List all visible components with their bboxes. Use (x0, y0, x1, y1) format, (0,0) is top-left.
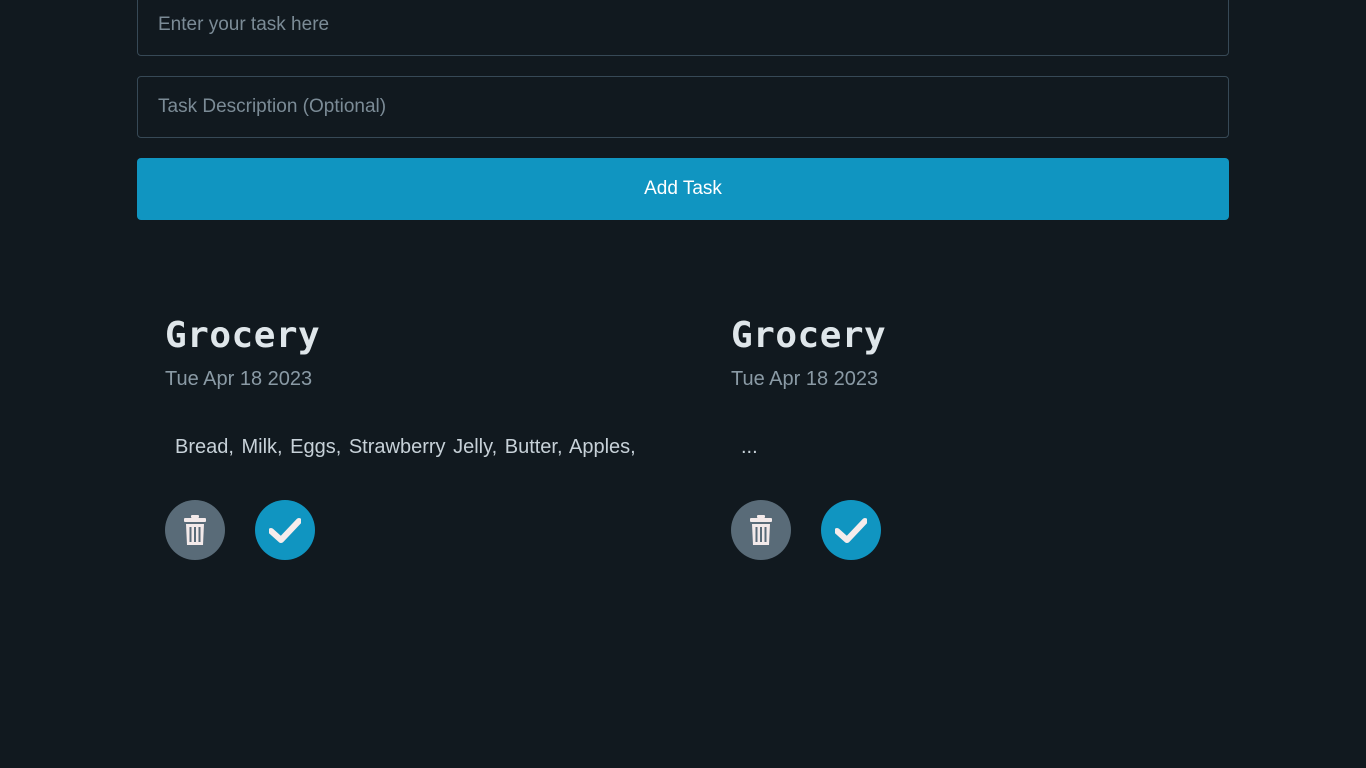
todo-app: Add Task Grocery Tue Apr 18 2023 Bread, … (0, 0, 1366, 768)
delete-task-button[interactable] (731, 500, 791, 560)
task-description-input[interactable] (137, 76, 1229, 138)
delete-task-button[interactable] (165, 500, 225, 560)
task-title-input[interactable] (137, 0, 1229, 56)
task-card: Grocery Tue Apr 18 2023 ... (731, 310, 1231, 560)
task-date: Tue Apr 18 2023 (165, 368, 313, 390)
trash-icon (184, 515, 206, 545)
task-actions (731, 500, 881, 560)
task-description: Bread, Milk, Eggs, Strawberry Jelly, But… (175, 436, 636, 468)
task-description: ... (741, 436, 758, 458)
trash-icon (750, 515, 772, 545)
task-title: Grocery (165, 315, 321, 356)
complete-task-button[interactable] (821, 500, 881, 560)
add-task-button[interactable]: Add Task (137, 158, 1229, 220)
task-actions (165, 500, 315, 560)
check-icon (269, 517, 301, 543)
task-card: Grocery Tue Apr 18 2023 Bread, Milk, Egg… (165, 310, 665, 560)
complete-task-button[interactable] (255, 500, 315, 560)
task-form: Add Task (137, 0, 1229, 220)
task-title: Grocery (731, 315, 887, 356)
task-date: Tue Apr 18 2023 (731, 368, 879, 390)
check-icon (835, 517, 867, 543)
